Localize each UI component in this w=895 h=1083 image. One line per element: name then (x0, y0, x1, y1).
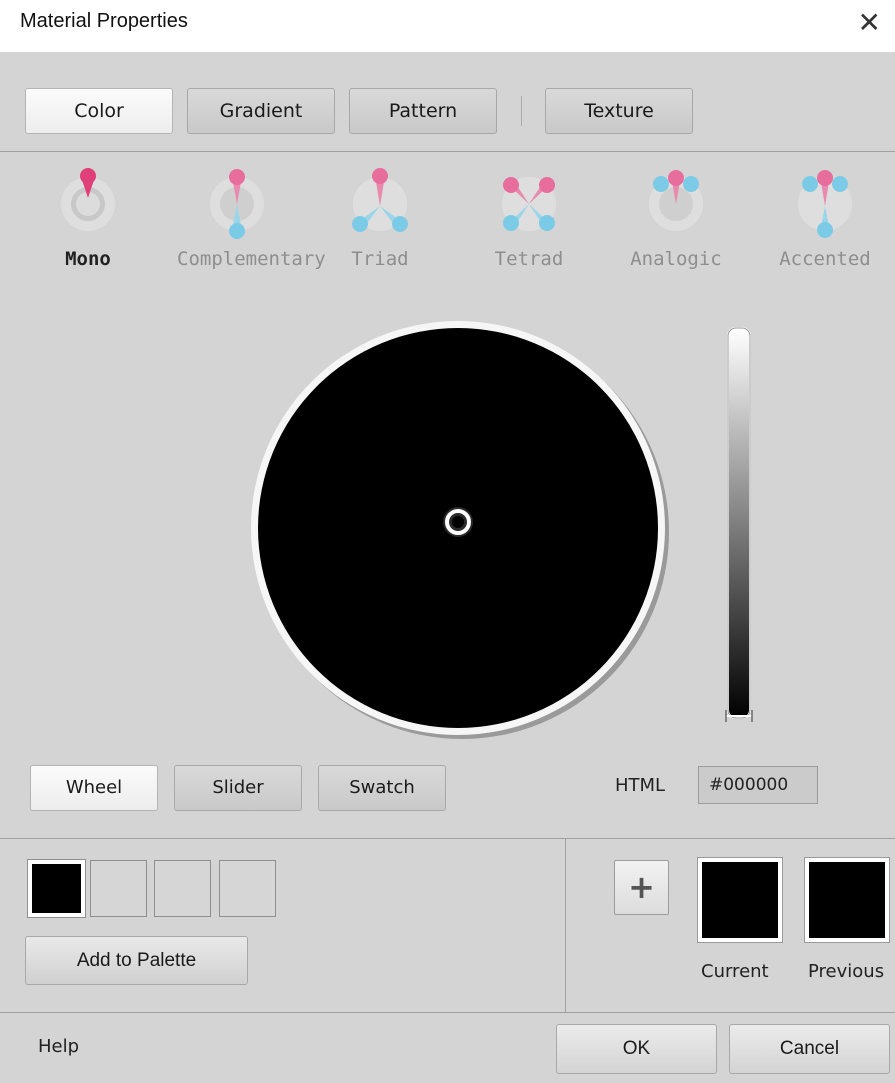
harmony-label-mono: Mono (65, 248, 111, 270)
tab-separator (521, 96, 522, 126)
tetrad-harmony-icon (502, 177, 556, 231)
harmony-label-analogic: Analogic (630, 248, 722, 270)
current-label: Current (701, 961, 769, 982)
harmony-mono[interactable]: Mono (28, 160, 148, 280)
harmony-label-triad: Triad (351, 248, 409, 270)
tab-color[interactable]: Color (25, 88, 173, 134)
divider (0, 838, 895, 839)
html-hex-input[interactable]: #000000 (698, 766, 818, 804)
palette-swatch-1[interactable] (27, 859, 86, 918)
wheel-selector-handle[interactable] (443, 507, 473, 537)
tab-texture[interactable]: Texture (545, 88, 693, 134)
mono-harmony-icon (61, 168, 115, 231)
tab-gradient[interactable]: Gradient (187, 88, 335, 134)
cancel-button[interactable]: Cancel (729, 1024, 890, 1074)
analogic-harmony-icon (649, 170, 703, 231)
tab-pattern[interactable]: Pattern (349, 88, 497, 134)
palette-swatch-3[interactable] (154, 860, 211, 917)
close-icon[interactable]: ✕ (858, 3, 881, 43)
html-label: HTML (615, 775, 666, 796)
brightness-slider[interactable] (720, 322, 760, 732)
color-wheel[interactable] (240, 310, 680, 750)
complementary-harmony-icon (210, 169, 264, 239)
slider-mode-button[interactable]: Slider (174, 765, 302, 811)
triad-harmony-icon (352, 168, 408, 232)
harmony-accented[interactable]: Accented (765, 160, 885, 280)
divider (0, 1012, 895, 1013)
harmony-label-accented: Accented (779, 248, 871, 270)
ok-button[interactable]: OK (556, 1024, 717, 1074)
harmony-label-tetrad: Tetrad (494, 248, 564, 270)
divider (0, 151, 895, 152)
previous-label: Previous (808, 961, 885, 982)
palette-swatch-4[interactable] (219, 860, 276, 917)
title-bar: Material Properties ✕ (0, 0, 895, 52)
harmony-tetrad[interactable]: Tetrad (469, 160, 589, 280)
harmony-label-complementary: Complementary (177, 248, 326, 270)
previous-color-swatch[interactable] (804, 857, 890, 943)
plus-icon: + (628, 868, 655, 906)
swatch-mode-button[interactable]: Swatch (318, 765, 446, 811)
add-to-palette-button[interactable]: Add to Palette (25, 936, 248, 985)
palette-swatch-2[interactable] (90, 860, 147, 917)
wheel-mode-button[interactable]: Wheel (30, 765, 158, 811)
harmony-triad[interactable]: Triad (320, 160, 440, 280)
harmony-complementary[interactable]: Complementary (177, 160, 326, 280)
current-color-swatch (697, 857, 783, 943)
harmony-analogic[interactable]: Analogic (616, 160, 736, 280)
vertical-divider (565, 838, 566, 1012)
window-title: Material Properties (20, 10, 188, 32)
add-color-button[interactable]: + (614, 860, 669, 915)
accented-harmony-icon (798, 170, 852, 238)
help-link[interactable]: Help (38, 1036, 79, 1057)
